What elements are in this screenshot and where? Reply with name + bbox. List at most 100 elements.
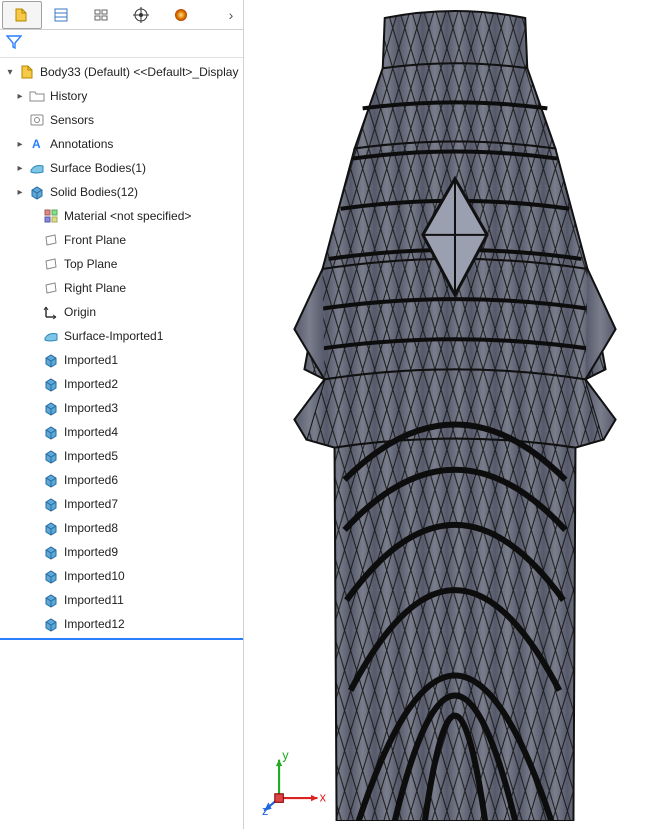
item-label: Material <not specified> [64,209,191,223]
solid-feature-icon [42,423,60,441]
sensors-icon [28,111,46,129]
item-label: Annotations [50,137,113,151]
feature-tree-icon [12,6,30,24]
tree-item-origin[interactable]: ▸ Origin [0,300,243,324]
tree-item-material[interactable]: ▸ Material <not specified> [0,204,243,228]
tree-item-surface-bodies[interactable]: ▸ Surface Bodies(1) [0,156,243,180]
tree-root-label: Body33 (Default) <<Default>_Display [40,65,238,79]
tree-item-imported[interactable]: ▸Imported10 [0,564,243,588]
tree-item-imported[interactable]: ▸Imported1 [0,348,243,372]
triad-z-label: z [262,803,268,818]
tree-item-solid-bodies[interactable]: ▸ Solid Bodies(12) [0,180,243,204]
tree-item-imported[interactable]: ▸Imported11 [0,588,243,612]
tree-end-marker [0,638,243,640]
app-root: › ▾ Body33 (Default) <<Default>_Display … [0,0,664,829]
tree-item-history[interactable]: ▸ History [0,84,243,108]
config-icon [92,6,110,24]
model-render [254,8,656,821]
item-label: Imported8 [64,521,118,535]
item-label: Imported9 [64,545,118,559]
solid-feature-icon [42,519,60,537]
collapse-icon[interactable]: ▾ [4,66,16,78]
plane-icon [42,279,60,297]
tab-dimxpert[interactable] [122,1,162,29]
item-label: Imported7 [64,497,118,511]
tab-display-manager[interactable] [162,1,202,29]
item-label: Imported1 [64,353,118,367]
solid-feature-icon [42,375,60,393]
item-label: Surface Bodies(1) [50,161,146,175]
item-label: Imported3 [64,401,118,415]
item-label: Imported6 [64,473,118,487]
orientation-triad[interactable]: x y z [262,749,326,813]
tree-root[interactable]: ▾ Body33 (Default) <<Default>_Display [0,60,243,84]
tree-item-front-plane[interactable]: ▸ Front Plane [0,228,243,252]
tab-feature-manager[interactable] [2,1,42,29]
tree-item-imported[interactable]: ▸Imported8 [0,516,243,540]
item-label: Imported12 [64,617,125,631]
triad-y-label: y [282,748,289,763]
feature-tree: ▾ Body33 (Default) <<Default>_Display ▸ … [0,58,243,829]
tree-item-imported[interactable]: ▸Imported5 [0,444,243,468]
item-label: Imported10 [64,569,125,583]
item-label: Origin [64,305,96,319]
svg-text:A: A [32,137,41,151]
tab-overflow[interactable]: › [221,1,241,29]
part-icon [18,63,36,81]
solid-feature-icon [42,567,60,585]
item-label: Imported11 [64,593,124,607]
filter-bar[interactable] [0,30,243,58]
funnel-icon [6,34,22,53]
chevron-right-icon: › [229,7,234,23]
solid-feature-icon [42,495,60,513]
tree-item-imported[interactable]: ▸Imported12 [0,612,243,636]
triad-x-label: x [320,789,327,804]
appearance-icon [172,6,190,24]
dimxpert-icon [132,6,150,24]
tree-item-annotations[interactable]: ▸ A Annotations [0,132,243,156]
solid-feature-icon [42,543,60,561]
material-icon [42,207,60,225]
panel-tabbar: › [0,0,243,30]
expand-icon[interactable]: ▸ [14,138,26,150]
surface-body-icon [28,159,46,177]
tree-item-top-plane[interactable]: ▸ Top Plane [0,252,243,276]
origin-icon [42,303,60,321]
item-label: Top Plane [64,257,117,271]
item-label: Solid Bodies(12) [50,185,138,199]
tree-item-surface-imported1[interactable]: ▸ Surface-Imported1 [0,324,243,348]
folder-icon [28,87,46,105]
expand-icon[interactable]: ▸ [14,90,26,102]
tree-item-imported[interactable]: ▸Imported4 [0,420,243,444]
annotations-icon: A [28,135,46,153]
expand-icon[interactable]: ▸ [14,186,26,198]
solid-feature-icon [42,471,60,489]
surface-feature-icon [42,327,60,345]
tree-item-imported[interactable]: ▸Imported7 [0,492,243,516]
tab-property-manager[interactable] [42,1,82,29]
item-label: Sensors [50,113,94,127]
item-label: Front Plane [64,233,126,247]
plane-icon [42,231,60,249]
tree-item-imported[interactable]: ▸Imported3 [0,396,243,420]
property-icon [52,6,70,24]
tree-item-sensors[interactable]: ▸ Sensors [0,108,243,132]
solid-feature-icon [42,615,60,633]
tree-item-right-plane[interactable]: ▸ Right Plane [0,276,243,300]
tree-item-imported[interactable]: ▸Imported6 [0,468,243,492]
item-label: Imported4 [64,425,118,439]
solid-feature-icon [42,351,60,369]
item-label: History [50,89,87,103]
solid-feature-icon [42,447,60,465]
expand-icon[interactable]: ▸ [14,162,26,174]
solid-body-icon [28,183,46,201]
tree-item-imported[interactable]: ▸Imported2 [0,372,243,396]
tree-item-imported[interactable]: ▸Imported9 [0,540,243,564]
tab-configuration-manager[interactable] [82,1,122,29]
plane-icon [42,255,60,273]
item-label: Imported2 [64,377,118,391]
feature-manager-panel: › ▾ Body33 (Default) <<Default>_Display … [0,0,244,829]
graphics-viewport[interactable]: x y z [244,0,664,829]
solid-feature-icon [42,591,60,609]
item-label: Imported5 [64,449,118,463]
